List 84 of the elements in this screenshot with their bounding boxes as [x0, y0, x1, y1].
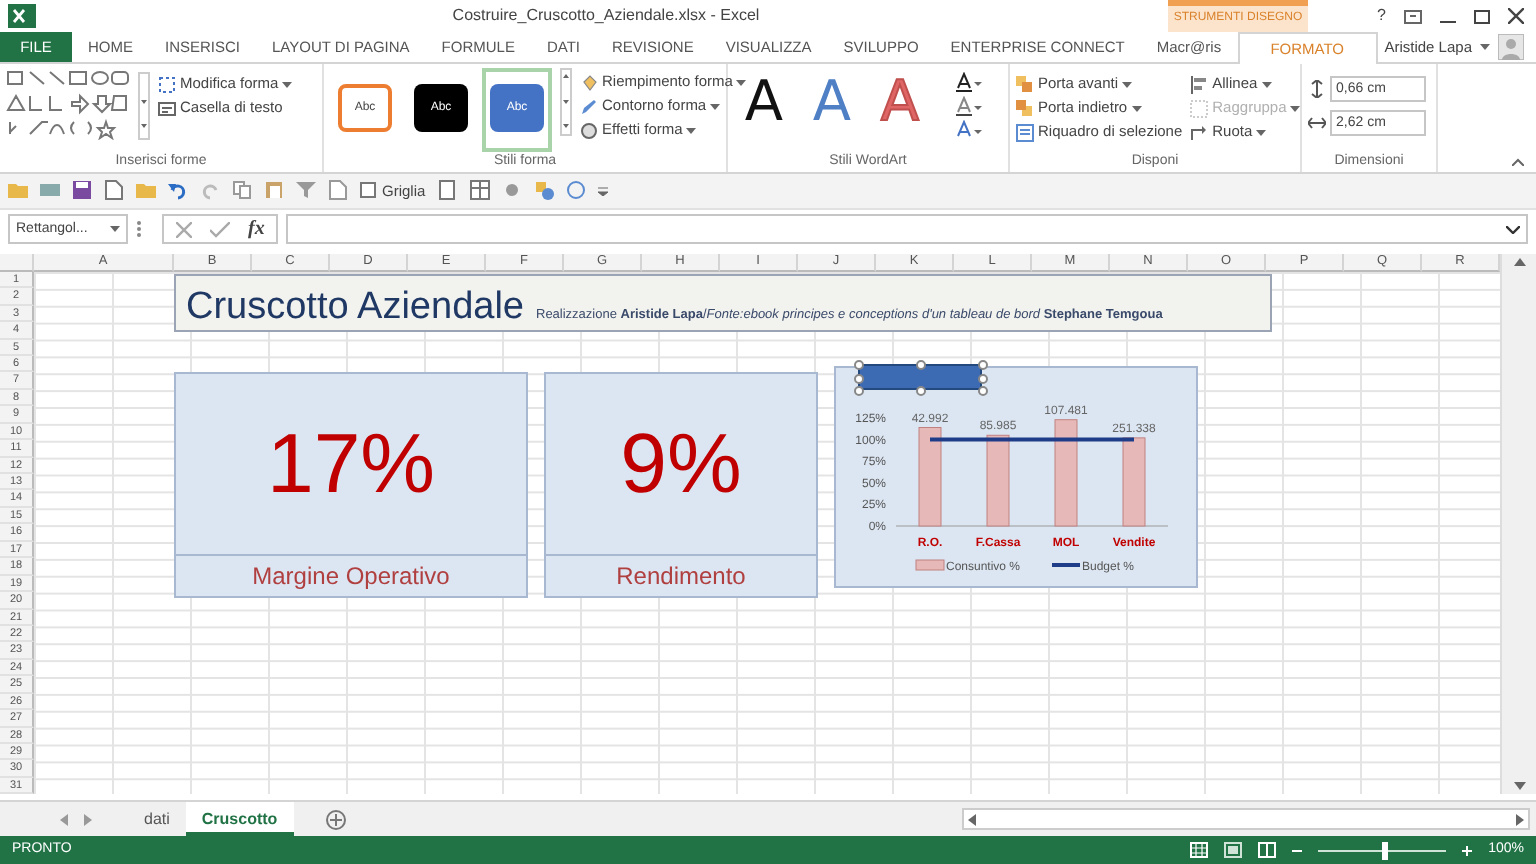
kpi-value: 17% [264, 414, 438, 515]
rotate-icon [1190, 123, 1209, 141]
shapes-icon[interactable] [533, 180, 554, 201]
macro-icon[interactable] [501, 180, 522, 201]
legend-bar-swatch [915, 559, 945, 571]
text-outline-icon[interactable] [954, 96, 982, 116]
caret-icon [686, 127, 697, 133]
drag-handle-icon[interactable] [136, 220, 142, 239]
copy-icon[interactable] [232, 180, 252, 201]
caret-icon [1131, 105, 1142, 111]
ribbon-display-icon[interactable] [1404, 9, 1422, 23]
vertical-scrollbar[interactable] [1500, 253, 1536, 795]
zoom-slider-thumb[interactable] [1382, 841, 1389, 860]
document-icon[interactable] [328, 180, 348, 201]
chart-bar [986, 434, 1010, 527]
excel-logo-icon [8, 4, 36, 28]
send-backward-icon [1016, 99, 1034, 117]
caret-icon [282, 81, 293, 87]
caret-icon [710, 103, 721, 109]
expand-icon[interactable] [1506, 225, 1520, 234]
caret-icon [1256, 129, 1267, 135]
dashboard-title: Cruscotto Aziendale [186, 283, 524, 332]
legend-line-swatch [1052, 562, 1080, 567]
caret-icon [1261, 81, 1272, 87]
chart-bar [1122, 436, 1146, 527]
scroll-down-icon[interactable] [1513, 782, 1525, 791]
paint-bucket-icon [580, 73, 598, 91]
kpi-label: Margine Operativo [176, 553, 526, 596]
shape-height-icon [1308, 80, 1326, 98]
document-icon[interactable] [104, 180, 124, 201]
undo-icon[interactable] [168, 180, 188, 201]
collapse-ribbon-icon[interactable] [1512, 157, 1524, 166]
zoom-in-icon[interactable] [1462, 845, 1473, 856]
align-icon [1190, 75, 1209, 93]
resize-handle[interactable] [916, 385, 926, 396]
sheet-tab[interactable]: Cruscotto [185, 802, 294, 837]
save-icon[interactable] [72, 180, 92, 201]
close-icon[interactable] [1508, 8, 1524, 24]
kpi-value: 9% [618, 414, 744, 515]
horizontal-scrollbar[interactable] [962, 808, 1530, 831]
chart-bar [1054, 418, 1078, 527]
effects-icon [580, 121, 598, 139]
page-layout-icon[interactable] [1224, 842, 1243, 859]
caret-icon [110, 226, 120, 233]
caret-icon [736, 79, 747, 85]
filter-icon[interactable] [296, 180, 316, 201]
scroll-right-icon[interactable] [1516, 813, 1524, 826]
edit-shape-icon [158, 75, 176, 93]
maximize-icon[interactable] [1474, 9, 1490, 23]
group-icon [1190, 99, 1209, 117]
normal-view-icon[interactable] [1190, 842, 1209, 859]
customize-toolbar-icon[interactable] [597, 185, 608, 196]
shape-width-icon [1308, 114, 1326, 132]
pencil-icon [580, 97, 598, 115]
sheet-tab[interactable]: dati [128, 802, 186, 837]
gallery-scroll-icon[interactable] [560, 68, 572, 136]
caret-icon [1122, 81, 1133, 87]
text-effects-icon[interactable] [954, 120, 982, 140]
check-icon[interactable] [210, 221, 230, 238]
kpi-label: Rendimento [546, 553, 816, 596]
add-sheet-icon[interactable] [325, 810, 346, 831]
text-box-icon [158, 99, 176, 117]
selected-rectangle-shape[interactable] [858, 363, 982, 390]
shape-gallery-drawing [6, 68, 130, 140]
wordart-sample[interactable]: A [802, 68, 862, 152]
avatar-icon [1498, 34, 1524, 60]
chart-bar [918, 426, 942, 527]
text-fill-icon[interactable] [954, 72, 982, 92]
chart-icon[interactable] [565, 180, 586, 201]
help-button[interactable]: ? [1377, 4, 1386, 28]
table-icon[interactable] [469, 180, 490, 201]
caret-icon [1480, 44, 1490, 50]
caret-icon [1290, 105, 1301, 111]
bring-forward-icon [1016, 75, 1034, 93]
scroll-arrows-icon[interactable] [138, 72, 150, 140]
insert-function-button[interactable]: fx [248, 214, 265, 245]
resize-handle[interactable] [916, 359, 926, 370]
print-preview-icon[interactable] [437, 180, 458, 201]
page-break-icon[interactable] [1258, 842, 1277, 859]
formula-input[interactable] [286, 214, 1528, 245]
scroll-left-icon[interactable] [968, 813, 976, 826]
scroll-up-icon[interactable] [1513, 257, 1525, 266]
window-title: Costruire_Cruscotto_Aziendale.xlsx - Excel [450, 4, 762, 28]
selection-pane-icon [1016, 123, 1034, 141]
